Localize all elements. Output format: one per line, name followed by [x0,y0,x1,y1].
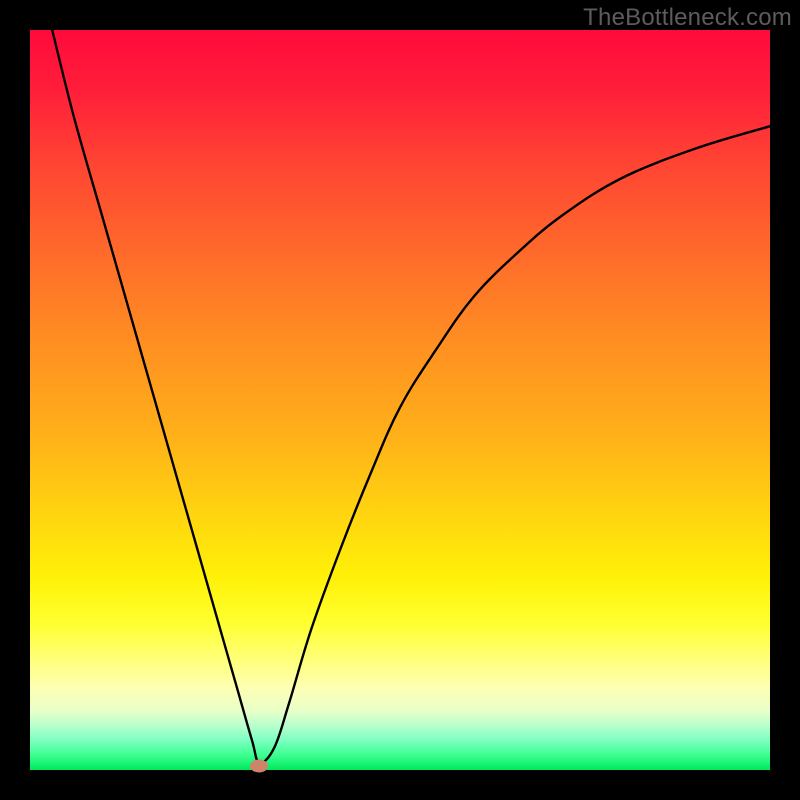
chart-frame: TheBottleneck.com [0,0,800,800]
bottleneck-curve [52,30,770,763]
plot-area [30,30,770,770]
watermark-text: TheBottleneck.com [583,4,792,32]
optimum-marker [250,760,268,773]
curve-svg [30,30,770,770]
